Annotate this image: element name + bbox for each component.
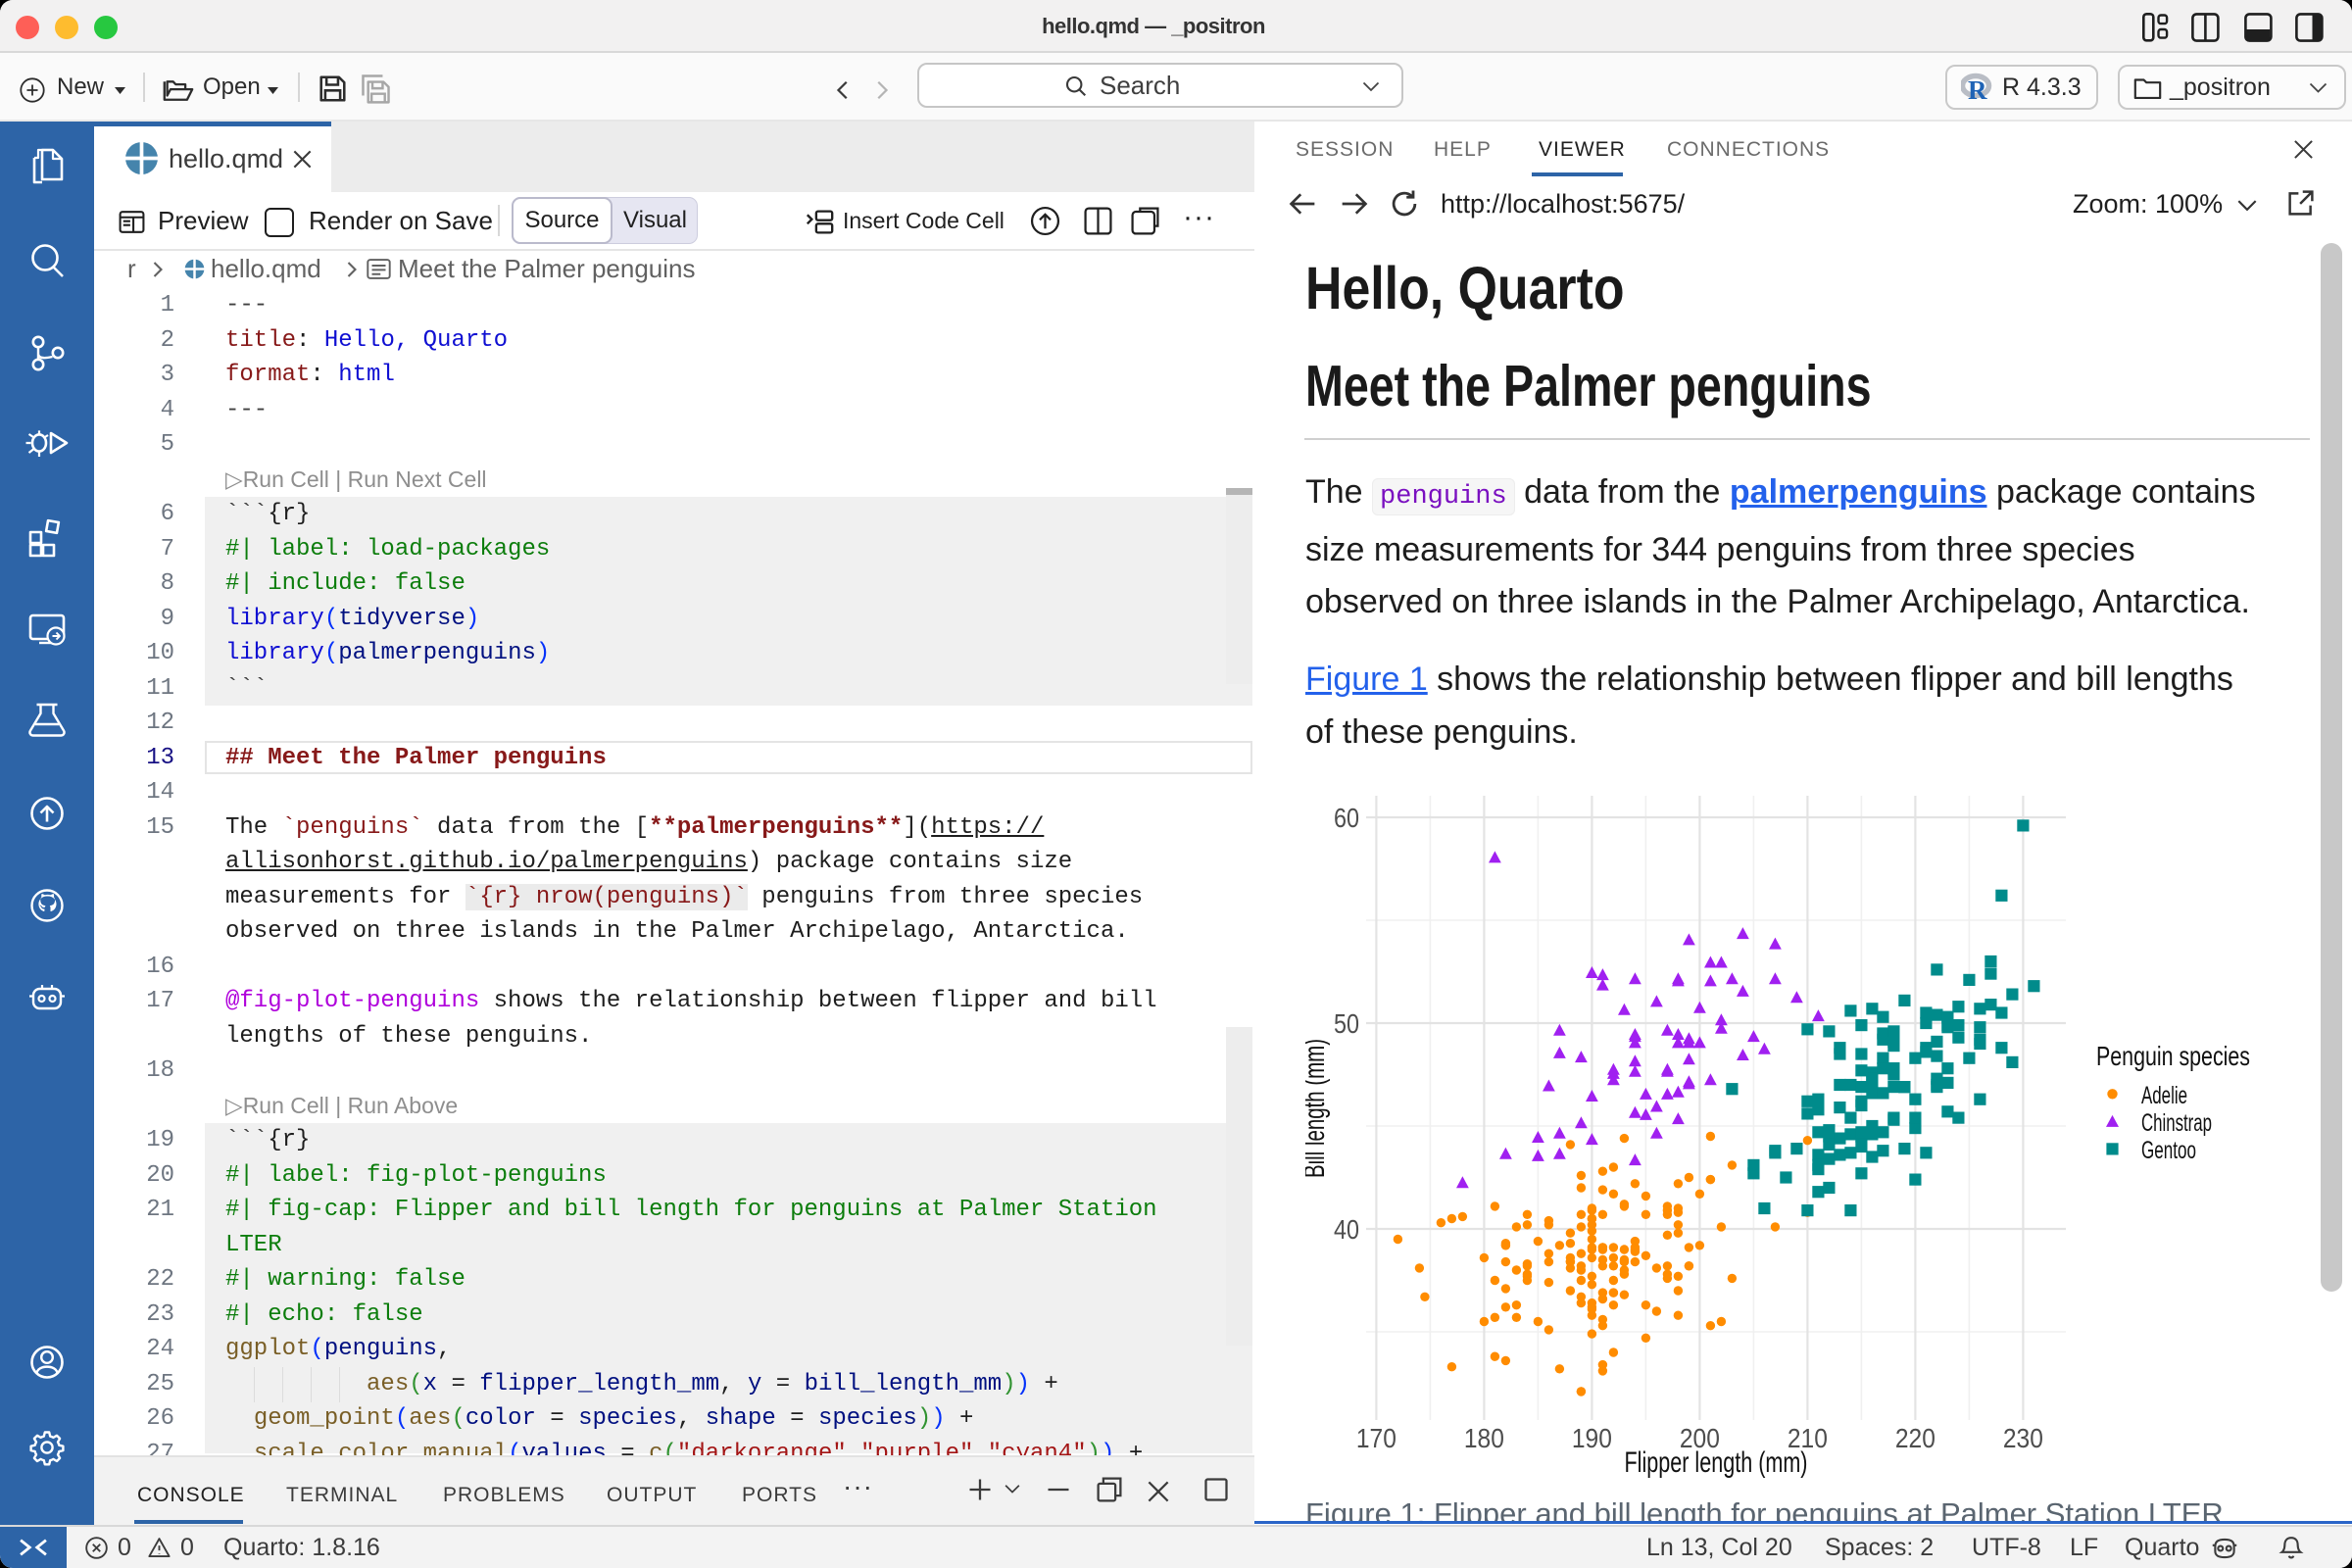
svg-text:Adelie: Adelie xyxy=(2141,1082,2187,1109)
svg-text:Flipper length (mm): Flipper length (mm) xyxy=(1625,1446,1808,1479)
svg-text:Chinstrap: Chinstrap xyxy=(2141,1109,2212,1137)
svg-text:220: 220 xyxy=(1895,1423,1936,1453)
svg-text:230: 230 xyxy=(2003,1423,2043,1453)
svg-text:170: 170 xyxy=(1356,1423,1396,1453)
svg-text:60: 60 xyxy=(1334,803,1359,833)
svg-text:Gentoo: Gentoo xyxy=(2141,1137,2196,1164)
svg-text:Penguin species: Penguin species xyxy=(2096,1041,2250,1071)
svg-text:190: 190 xyxy=(1572,1423,1612,1453)
svg-text:R: R xyxy=(1968,75,1987,104)
svg-text:50: 50 xyxy=(1334,1008,1359,1039)
svg-text:180: 180 xyxy=(1464,1423,1504,1453)
svg-text:Bill length (mm): Bill length (mm) xyxy=(1305,1039,1331,1178)
svg-text:40: 40 xyxy=(1334,1214,1359,1245)
